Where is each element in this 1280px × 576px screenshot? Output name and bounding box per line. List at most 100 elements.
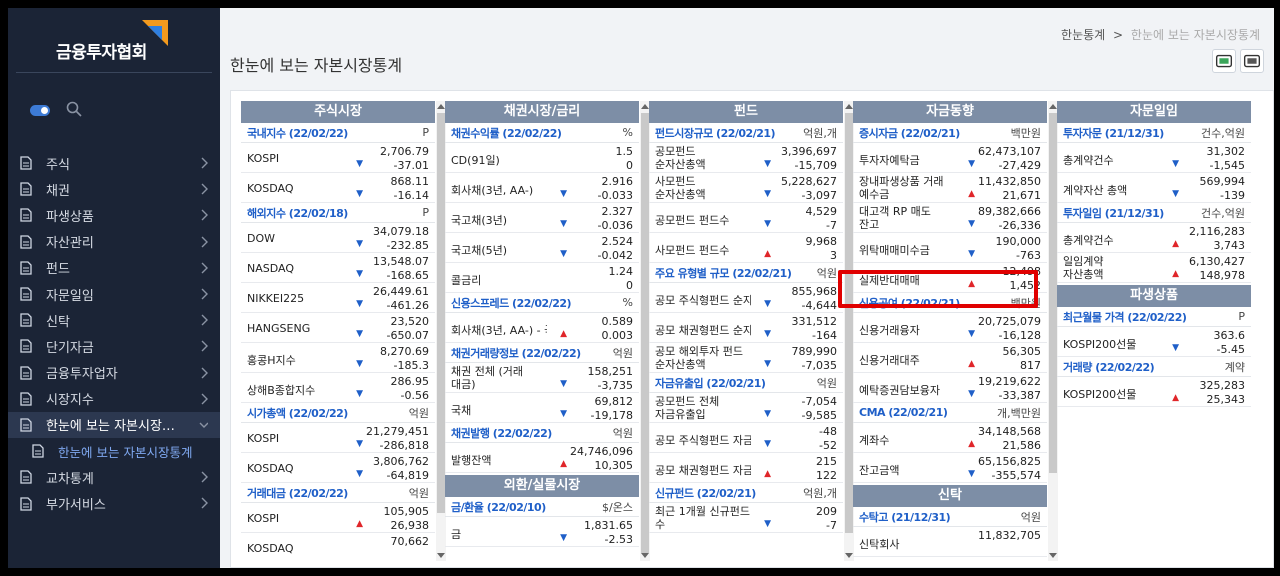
sidebar-item[interactable]: 한눈에 보는 자본시장통계 [8,438,220,464]
section-title[interactable]: 투자일임 (21/12/31) [1063,205,1164,221]
scroll-down-icon[interactable] [845,553,853,558]
section-title[interactable]: 투자자문 (21/12/31) [1063,125,1164,141]
scroll-down-icon[interactable] [1049,553,1057,558]
section-title[interactable]: CMA (22/02/21) [859,406,948,419]
section-title[interactable]: 해외지수 (22/02/18) [247,205,348,221]
sidebar-item[interactable]: 파생상품 [8,202,220,228]
section-title[interactable]: 거래량 (22/02/22) [1063,359,1155,375]
menu-toggle[interactable] [30,105,50,116]
table-row[interactable]: 최근 1개월 신규펀드 수 209 -7 ▼ [649,503,843,533]
table-row[interactable]: 공모 해외투자 펀드 순자산총액 789,990 -7,035 ▼ [649,343,843,373]
table-row[interactable]: KOSPI 2,706.79 -37.01 ▼ [241,143,435,173]
table-row[interactable]: 공모 채권형펀드 순자산 331,512-164 ▼ [649,313,843,343]
table-row[interactable]: 회사채(3년, AA-) 2.916 -0.033 ▼ [445,173,639,203]
print-button[interactable] [1240,49,1264,73]
table-row[interactable]: 회사채(3년, AA-) - 국 0.589 0.003 ▲ [445,313,639,343]
table-row[interactable]: 국채 69,812 -19,178 ▼ [445,393,639,423]
breadcrumb-home[interactable]: 한눈통계 [1061,28,1105,42]
scroll-up-icon[interactable] [1049,104,1057,109]
table-row[interactable]: 투자자예탁금 62,473,107 -27,429 ▼ [853,143,1047,173]
sidebar-item[interactable]: 단기자금 [8,333,220,359]
section-title[interactable]: 국내지수 (22/02/22) [247,125,348,141]
sidebar-item[interactable]: 자문일임 [8,281,220,307]
section-title[interactable]: 채권발행 (22/02/22) [451,425,552,441]
section-title[interactable]: 신규펀드 (22/02/21) [655,485,756,501]
section-title[interactable]: 신용스프레드 (22/02/22) [451,295,572,311]
table-row[interactable]: 신용거래대주 56,305 817 ▲ [853,343,1047,373]
table-row[interactable]: 위탁매매미수금 190,000 -763 ▼ [853,233,1047,263]
table-row[interactable]: 대고객 RP 매도 잔고 89,382,666 -26,336 ▼ [853,203,1047,233]
table-row[interactable]: 일임계약 자산총액 6,130,427 148,978 ▲ [1057,253,1251,283]
table-row[interactable]: 계좌수 34,148,568 21,586 ▲ [853,423,1047,453]
table-row[interactable]: 공모펀드 순자산총액 3,396,697 -15,709 ▼ [649,143,843,173]
scroll-up-icon[interactable] [437,104,445,109]
sidebar-item[interactable]: 시장지수 [8,386,220,412]
section-title[interactable]: 채권수익률 (22/02/22) [451,125,562,141]
section-title[interactable]: 채권거래량정보 (22/02/22) [451,345,581,361]
table-row[interactable]: 총계약건수 31,302 -1,545 ▼ [1057,143,1251,173]
table-row[interactable]: 국고채(3년) 2.327 -0.036 ▼ [445,203,639,233]
scroll-down-icon[interactable] [437,553,445,558]
table-row[interactable]: 사모펀드 펀드수 9,968 3 ▲ [649,233,843,263]
table-row[interactable]: KOSPI 105,905 26,938 ▲ [241,503,435,533]
table-row[interactable]: KOSPI 21,279,451 -286,818 ▼ [241,423,435,453]
table-row[interactable]: 잔고금액 65,156,825 -355,574 ▼ [853,453,1047,483]
table-row[interactable]: 신용거래융자 20,725,079 -16,128 ▼ [853,313,1047,343]
table-row[interactable]: 공모펀드 전체 자금유출입 -7,054 -9,585 ▼ [649,393,843,423]
section-title[interactable]: 펀드시장규모 (22/02/21) [655,125,776,141]
table-row[interactable]: 상해B종합지수 286.95 -0.56 ▼ [241,373,435,403]
table-row[interactable]: 공모 채권형펀드 자금 215 122 ▲ [649,453,843,483]
sidebar-item[interactable]: 펀드 [8,255,220,281]
brand-logo-text[interactable]: 금융투자협회 [56,38,147,63]
scroll-up-icon[interactable] [641,104,649,109]
table-row[interactable]: 총계약건수 2,116,283 3,743 ▲ [1057,223,1251,253]
table-row[interactable]: 콜금리 1.24 0 [445,263,639,293]
scroll-up-icon[interactable] [845,104,853,109]
table-row[interactable]: 국고채(5년) 2.524 -0.042 ▼ [445,233,639,263]
table-row[interactable]: KOSDAQ 70,662 [241,533,435,561]
table-row[interactable]: 홍콩H지수 8,270.69 -185.3 ▼ [241,343,435,373]
scrollbar-thumb[interactable] [845,113,853,533]
table-row[interactable]: HANGSENG 23,520 -650.07 ▼ [241,313,435,343]
table-row[interactable]: NASDAQ 13,548.07 -168.65 ▼ [241,253,435,283]
table-row[interactable]: 공모 주식형펀드 순자산 855,968-4,644 ▼ [649,283,843,313]
table-row[interactable]: KOSDAQ 868.11 -16.14 ▼ [241,173,435,203]
section-title[interactable]: 증시자금 (22/02/21) [859,125,960,141]
scrollbar-thumb[interactable] [437,113,445,513]
table-row[interactable]: 공모 주식형펀드 자금 -48 -52 ▼ [649,423,843,453]
table-row[interactable]: KOSPI200선물 325,283 25,343 ▲ [1057,377,1251,407]
table-row[interactable]: 사모펀드 순자산총액 5,228,627 -3,097 ▼ [649,173,843,203]
section-title[interactable]: 주요 유형별 규모 (22/02/21) [655,265,792,281]
table-row[interactable]: 발행잔액 24,746,096 10,305 ▲ [445,443,639,473]
table-row[interactable]: KOSPI200선물 363.6 -5.45 ▼ [1057,327,1251,357]
table-row[interactable]: 예탁증권담보융자 19,219,622 -33,387 ▼ [853,373,1047,403]
sidebar-item[interactable]: 한눈에 보는 자본시장… [8,411,220,439]
table-row[interactable]: CD(91일) 1.5 0 [445,143,639,173]
excel-download-button[interactable] [1212,49,1236,73]
sidebar-item[interactable]: 금융투자업자 [8,360,220,386]
sidebar-item[interactable]: 부가서비스 [8,490,220,516]
section-title[interactable]: 거래대금 (22/02/22) [247,485,348,501]
section-title[interactable]: 금/환율 (22/02/10) [451,499,546,515]
sidebar-item[interactable]: 자산관리 [8,229,220,255]
section-title[interactable]: 자금유출입 (22/02/21) [655,375,766,391]
table-row[interactable]: 장내파생상품 거래 예수금 11,432,850 21,671 ▲ [853,173,1047,203]
section-title[interactable]: 수탁고 (21/12/31) [859,509,951,525]
table-row[interactable]: 채권 전체 (거래 대금) 158,251 -3,735 ▼ [445,363,639,393]
scrollbar-thumb[interactable] [1049,113,1057,473]
table-row[interactable]: 계약자산 총액 569,994 -139 ▼ [1057,173,1251,203]
sidebar-item[interactable]: 신탁 [8,307,220,333]
scroll-down-icon[interactable] [641,553,649,558]
table-row[interactable]: 신탁회사 11,832,705 [853,527,1047,557]
section-title[interactable]: 최근월물 가격 (22/02/22) [1063,309,1187,325]
table-row[interactable]: 금 1,831.65 -2.53 ▼ [445,517,639,547]
table-row[interactable]: NIKKEI225 26,449.61 -461.26 ▼ [241,283,435,313]
section-title[interactable]: 시가총액 (22/02/22) [247,405,348,421]
sidebar-item[interactable]: 주식 [8,150,220,176]
sidebar-item[interactable]: 채권 [8,176,220,202]
sidebar-item[interactable]: 교차통계 [8,464,220,490]
table-row[interactable]: KOSDAQ 3,806,762 -64,819 ▼ [241,453,435,483]
scrollbar-thumb[interactable] [641,113,649,553]
table-row[interactable]: DOW 34,079.18 -232.85 ▼ [241,223,435,253]
table-row[interactable]: 공모펀드 펀드수 4,529 -7 ▼ [649,203,843,233]
